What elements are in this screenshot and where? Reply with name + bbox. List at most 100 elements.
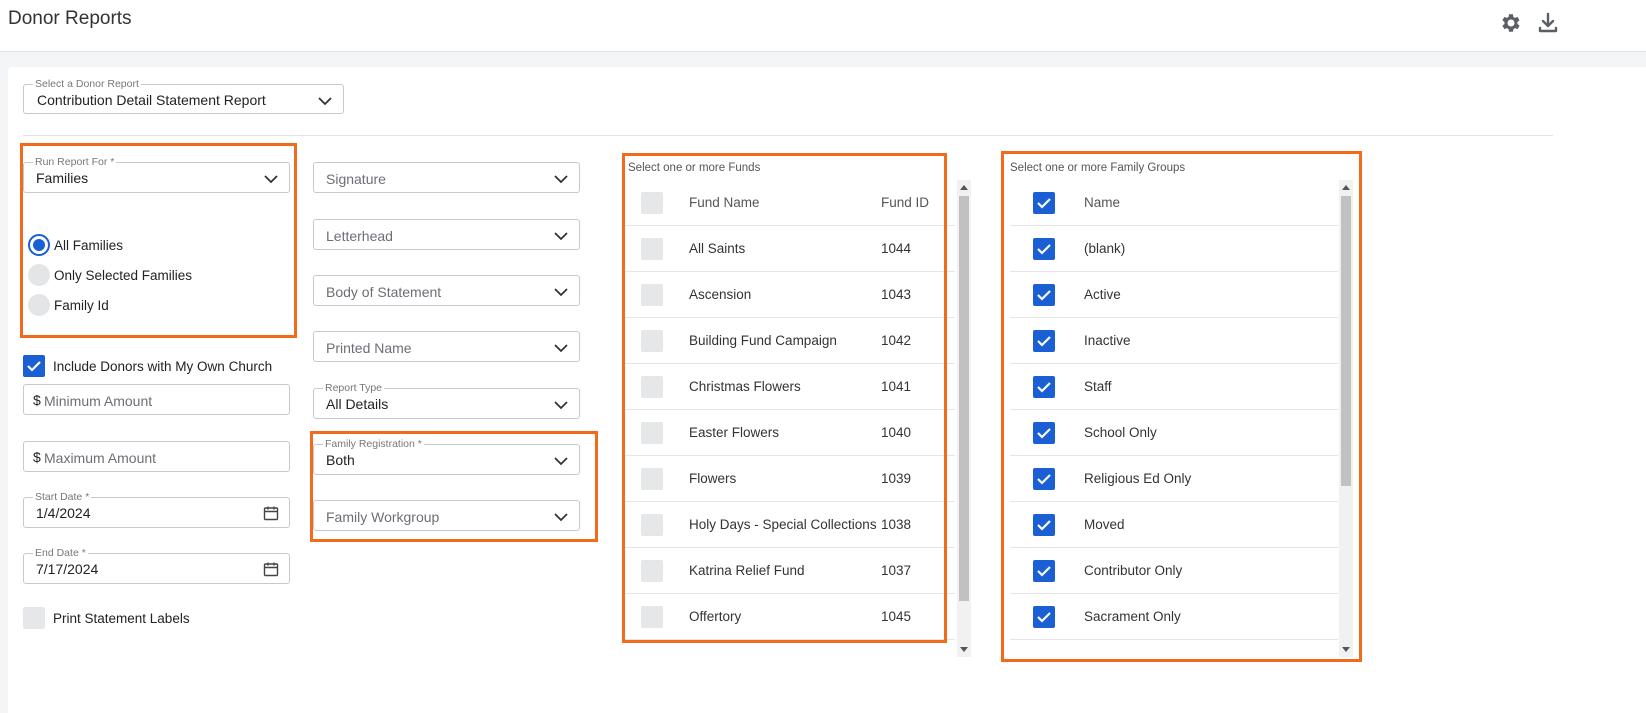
report-type-label: Report Type — [323, 381, 385, 395]
divider — [23, 135, 1553, 136]
scroll-up-arrow-icon[interactable] — [1342, 185, 1350, 190]
family-groups-grid: Name (blank) Active Inactive Staff School On… — [1010, 180, 1338, 657]
run-report-for-select[interactable]: Run Report For * Families — [23, 155, 290, 193]
select-all-checkbox[interactable] — [1033, 192, 1055, 214]
row-checkbox[interactable] — [1033, 330, 1055, 352]
family-groups-scrollbar[interactable] — [1339, 180, 1353, 657]
family-group-name-cell: Contributor Only — [1084, 563, 1183, 578]
row-checkbox[interactable] — [1033, 606, 1055, 628]
row-checkbox[interactable] — [1033, 376, 1055, 398]
row-checkbox[interactable] — [641, 514, 663, 536]
scroll-up-arrow-icon[interactable] — [960, 185, 968, 190]
table-row[interactable]: Holy Days - Special Collections 1038 — [622, 502, 955, 548]
start-date-value: 1/4/2024 — [36, 505, 91, 521]
table-row[interactable]: School Only — [1010, 410, 1338, 456]
row-checkbox[interactable] — [641, 560, 663, 582]
start-date-input[interactable]: Start Date * 1/4/2024 — [23, 490, 290, 528]
fund-id-cell: 1037 — [881, 563, 912, 578]
checkbox-checked[interactable] — [23, 355, 45, 377]
report-type-select[interactable]: Report Type All Details — [313, 381, 580, 419]
report-type-value: All Details — [326, 396, 389, 412]
funds-scrollbar[interactable] — [957, 180, 971, 657]
radio-all-families[interactable]: All Families — [28, 234, 123, 256]
row-checkbox[interactable] — [641, 238, 663, 260]
table-row[interactable]: (blank) — [1010, 226, 1338, 272]
table-row[interactable]: Religious Ed Only — [1010, 456, 1338, 502]
chevron-down-icon — [554, 457, 568, 466]
minimum-amount-input[interactable]: $ Minimum Amount — [23, 384, 290, 415]
row-checkbox[interactable] — [641, 606, 663, 628]
donor-report-select[interactable]: Select a Donor Report Contribution Detai… — [23, 77, 344, 114]
table-row[interactable]: Christmas Flowers 1041 — [622, 364, 955, 410]
checkbox-unchecked[interactable] — [23, 607, 45, 629]
table-row[interactable]: Inactive — [1010, 318, 1338, 364]
row-checkbox[interactable] — [1033, 284, 1055, 306]
table-row[interactable]: Sacrament Only — [1010, 594, 1338, 640]
print-labels-checkbox[interactable]: Print Statement Labels — [23, 607, 190, 629]
table-row[interactable]: Flowers 1039 — [622, 456, 955, 502]
radio-button[interactable] — [28, 264, 50, 286]
letterhead-select[interactable]: Letterhead — [313, 219, 580, 250]
table-row[interactable]: Offertory 1045 — [622, 594, 955, 640]
row-checkbox[interactable] — [641, 468, 663, 490]
end-date-input[interactable]: End Date * 7/17/2024 — [23, 546, 290, 584]
row-checkbox[interactable] — [1033, 514, 1055, 536]
fund-id-header[interactable]: Fund ID — [881, 195, 929, 210]
calendar-icon[interactable] — [263, 561, 279, 577]
name-header[interactable]: Name — [1084, 195, 1120, 210]
printed-name-select[interactable]: Printed Name — [313, 331, 580, 362]
scroll-down-arrow-icon[interactable] — [1342, 647, 1350, 652]
radio-label: Family Id — [54, 297, 109, 313]
check-icon — [1037, 290, 1051, 301]
fund-name-cell: Ascension — [689, 287, 752, 302]
fund-id-cell: 1041 — [881, 379, 912, 394]
row-checkbox[interactable] — [1033, 422, 1055, 444]
table-row[interactable]: Building Fund Campaign 1042 — [622, 318, 955, 364]
check-icon — [1037, 428, 1051, 439]
table-row[interactable]: Katrina Relief Fund 1037 — [622, 548, 955, 594]
fund-name-cell: All Saints — [689, 241, 746, 256]
table-row[interactable]: Moved — [1010, 502, 1338, 548]
row-checkbox[interactable] — [641, 330, 663, 352]
table-row[interactable]: Easter Flowers 1040 — [622, 410, 955, 456]
scroll-down-arrow-icon[interactable] — [960, 647, 968, 652]
table-row[interactable]: Ascension 1043 — [622, 272, 955, 318]
end-date-value: 7/17/2024 — [36, 561, 99, 577]
radio-button[interactable] — [28, 294, 50, 316]
calendar-icon[interactable] — [263, 505, 279, 521]
family-workgroup-select[interactable]: Family Workgroup — [313, 500, 580, 531]
fund-name-header[interactable]: Fund Name — [689, 195, 760, 210]
row-checkbox[interactable] — [1033, 468, 1055, 490]
family-registration-select[interactable]: Family Registration * Both — [313, 437, 580, 475]
download-icon[interactable] — [1536, 11, 1560, 35]
row-checkbox[interactable] — [1033, 560, 1055, 582]
row-checkbox[interactable] — [641, 422, 663, 444]
radio-button-selected[interactable] — [28, 234, 50, 256]
select-all-checkbox[interactable] — [641, 192, 663, 214]
run-report-for-label: Run Report For * — [33, 155, 117, 169]
top-bar: Donor Reports — [0, 0, 1646, 52]
family-group-name-cell: Sacrament Only — [1084, 609, 1181, 624]
printed-name-placeholder: Printed Name — [326, 340, 412, 356]
chevron-down-icon — [554, 288, 568, 297]
check-icon — [1037, 382, 1051, 393]
table-row[interactable]: All Saints 1044 — [622, 226, 955, 272]
gear-icon[interactable] — [1499, 11, 1523, 35]
table-row[interactable]: Contributor Only — [1010, 548, 1338, 594]
maximum-amount-input[interactable]: $ Maximum Amount — [23, 441, 290, 472]
funds-title: Select one or more Funds — [628, 162, 761, 174]
family-group-name-cell: Active — [1084, 287, 1121, 302]
row-checkbox[interactable] — [641, 376, 663, 398]
table-row[interactable]: Staff — [1010, 364, 1338, 410]
body-of-statement-select[interactable]: Body of Statement — [313, 275, 580, 306]
scrollbar-thumb[interactable] — [959, 196, 969, 601]
scrollbar-thumb[interactable] — [1341, 196, 1351, 486]
radio-family-id[interactable]: Family Id — [28, 294, 109, 316]
radio-only-selected-families[interactable]: Only Selected Families — [28, 264, 192, 286]
table-row[interactable]: Active — [1010, 272, 1338, 318]
signature-select[interactable]: Signature — [313, 162, 580, 193]
include-own-church-checkbox[interactable]: Include Donors with My Own Church — [23, 355, 272, 377]
chevron-down-icon — [554, 401, 568, 410]
row-checkbox[interactable] — [1033, 238, 1055, 260]
row-checkbox[interactable] — [641, 284, 663, 306]
